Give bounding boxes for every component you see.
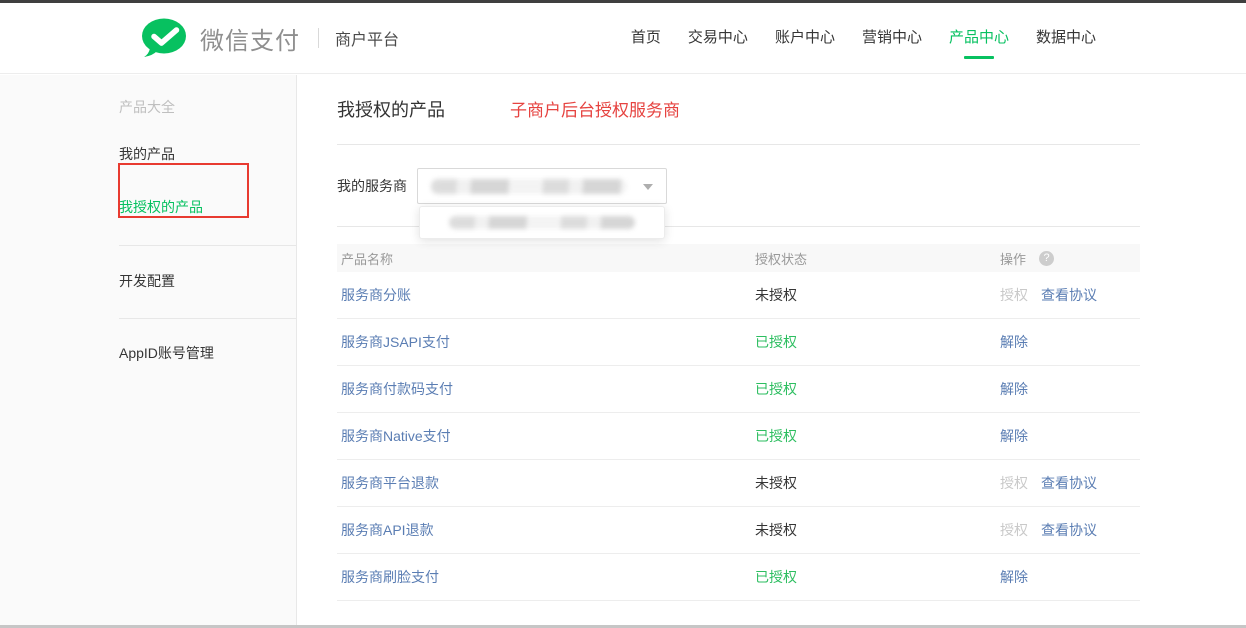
sidebar-item-authorized-products[interactable]: 我授权的产品	[119, 197, 296, 217]
view-agreement-link[interactable]: 查看协议	[1041, 520, 1097, 540]
view-agreement-link[interactable]: 查看协议	[1041, 473, 1097, 493]
table-row: 服务商Native支付 已授权 解除	[337, 413, 1140, 460]
help-icon[interactable]: ?	[1039, 251, 1054, 266]
sidebar-divider	[119, 245, 296, 246]
product-link[interactable]: 服务商付款码支付	[337, 379, 755, 399]
table-row: 服务商刷脸支付 已授权 解除	[337, 554, 1140, 601]
nav-product-center[interactable]: 产品中心	[949, 16, 1009, 61]
top-header: 微信支付 商户平台 首页 交易中心 账户中心 营销中心 产品中心 数据中心	[0, 3, 1246, 74]
product-link[interactable]: 服务商分账	[337, 285, 755, 305]
main-nav: 首页 交易中心 账户中心 营销中心 产品中心 数据中心	[631, 16, 1096, 61]
provider-select[interactable]	[417, 168, 667, 204]
unbind-link[interactable]: 解除	[1000, 379, 1028, 399]
status-text: 已授权	[755, 379, 1000, 399]
unbind-link[interactable]: 解除	[1000, 332, 1028, 352]
logo[interactable]: 微信支付 商户平台	[140, 18, 399, 58]
chevron-down-icon	[643, 184, 653, 190]
wechat-pay-logo-icon	[140, 18, 192, 58]
product-link[interactable]: 服务商JSAPI支付	[337, 332, 755, 352]
table-header: 产品名称 授权状态 操作 ?	[337, 244, 1140, 272]
status-text: 未授权	[755, 473, 1000, 493]
nav-data-center[interactable]: 数据中心	[1036, 16, 1096, 61]
merchant-platform-page: 微信支付 商户平台 首页 交易中心 账户中心 营销中心 产品中心 数据中心 产品…	[0, 0, 1246, 628]
provider-label: 我的服务商	[337, 176, 417, 196]
col-auth-status: 授权状态	[755, 249, 1000, 268]
status-text: 已授权	[755, 332, 1000, 352]
page-title: 我授权的产品	[337, 96, 445, 122]
product-link[interactable]: 服务商Native支付	[337, 426, 755, 446]
products-table: 产品名称 授权状态 操作 ? 服务商分账 未授权 授权 查看协议 服务商JSAP…	[337, 244, 1140, 601]
nav-home[interactable]: 首页	[631, 16, 661, 61]
unbind-link[interactable]: 解除	[1000, 567, 1028, 587]
status-text: 已授权	[755, 567, 1000, 587]
table-row: 服务商JSAPI支付 已授权 解除	[337, 319, 1140, 366]
main-content: 我授权的产品 子商户后台授权服务商 我的服务商 产品名称 授权状态 操作 ?	[337, 72, 1140, 601]
table-row: 服务商API退款 未授权 授权 查看协议	[337, 507, 1140, 554]
sidebar: 产品大全 我的产品 我授权的产品 开发配置 AppID账号管理	[0, 75, 297, 625]
portal-name: 商户平台	[335, 26, 399, 50]
sidebar-item-appid-management[interactable]: AppID账号管理	[119, 343, 296, 363]
col-action: 操作	[1000, 249, 1026, 268]
red-annotation-text: 子商户后台授权服务商	[510, 96, 680, 121]
logo-title: 微信支付	[200, 21, 300, 56]
window-top-edge	[0, 0, 1246, 3]
table-row: 服务商付款码支付 已授权 解除	[337, 366, 1140, 413]
divider	[337, 144, 1140, 145]
sidebar-divider	[119, 318, 296, 319]
authorize-action-disabled: 授权	[1000, 473, 1028, 493]
product-link[interactable]: 服务商刷脸支付	[337, 567, 755, 587]
nav-account-center[interactable]: 账户中心	[775, 16, 835, 61]
sidebar-item-my-products[interactable]: 我的产品	[119, 144, 296, 164]
table-row: 服务商分账 未授权 授权 查看协议	[337, 272, 1140, 319]
nav-transaction-center[interactable]: 交易中心	[688, 16, 748, 61]
authorize-action-disabled: 授权	[1000, 520, 1028, 540]
col-product-name: 产品名称	[337, 249, 755, 268]
redacted-merchant-option[interactable]	[449, 216, 635, 229]
product-link[interactable]: 服务商平台退款	[337, 473, 755, 493]
status-text: 未授权	[755, 520, 1000, 540]
authorize-action-disabled: 授权	[1000, 285, 1028, 305]
product-link[interactable]: 服务商API退款	[337, 520, 755, 540]
nav-marketing-center[interactable]: 营销中心	[862, 16, 922, 61]
sidebar-section-title: 产品大全	[119, 97, 296, 117]
provider-dropdown-panel	[419, 206, 665, 239]
status-text: 未授权	[755, 285, 1000, 305]
table-row: 服务商平台退款 未授权 授权 查看协议	[337, 460, 1140, 507]
sidebar-item-dev-config[interactable]: 开发配置	[119, 271, 296, 291]
logo-separator	[318, 28, 319, 48]
view-agreement-link[interactable]: 查看协议	[1041, 285, 1097, 305]
unbind-link[interactable]: 解除	[1000, 426, 1028, 446]
redacted-merchant-name	[431, 179, 627, 194]
status-text: 已授权	[755, 426, 1000, 446]
